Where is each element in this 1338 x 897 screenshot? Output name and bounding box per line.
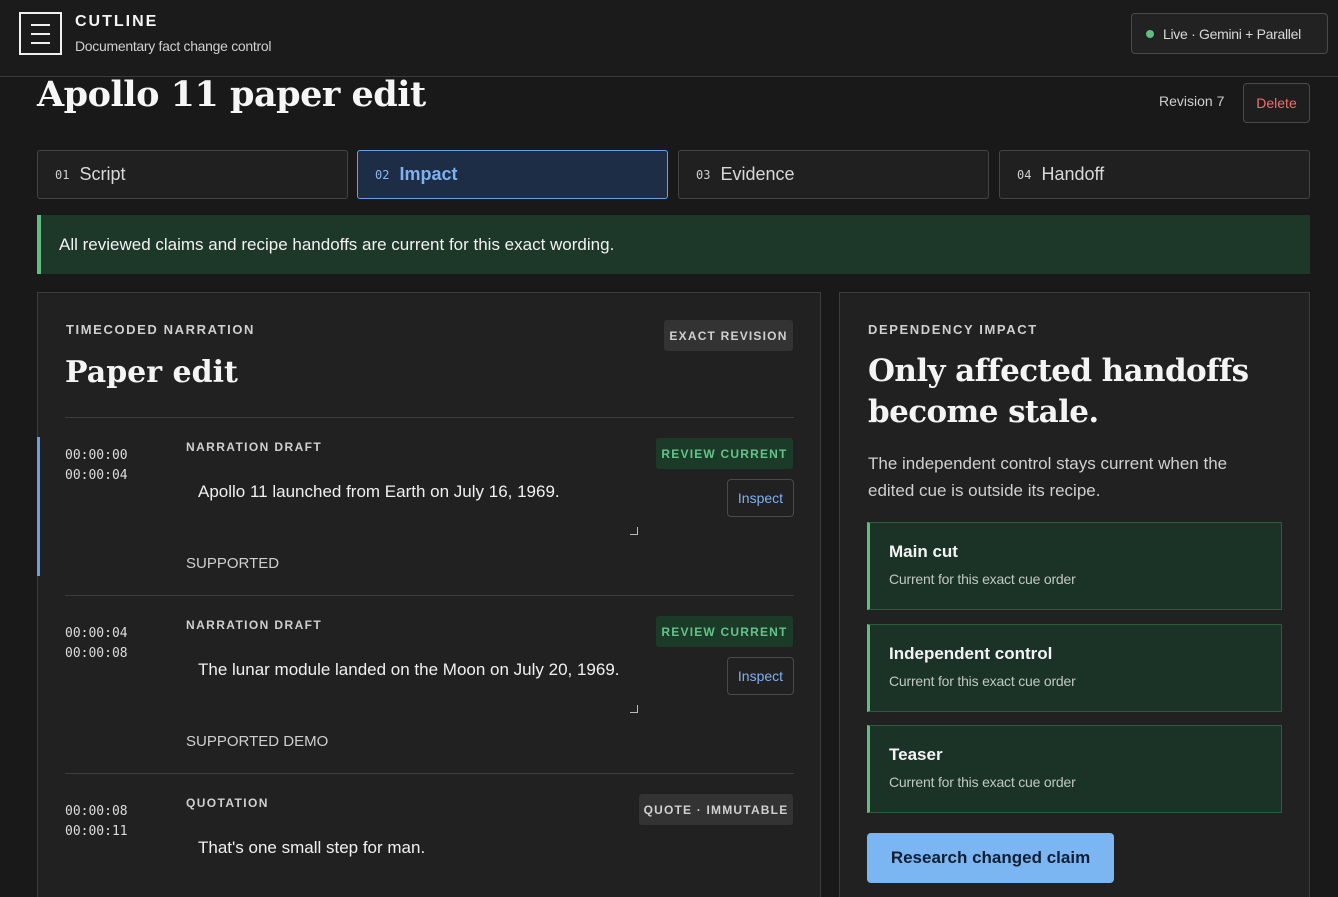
segment-timecode: 00:00:00 00:00:04 xyxy=(65,446,128,486)
app-name: CUTLINE xyxy=(75,13,159,30)
resize-handle-icon[interactable] xyxy=(630,527,638,535)
tab-number: 03 xyxy=(696,167,711,182)
timecode-start: 00:00:04 xyxy=(65,626,128,641)
inspect-button[interactable]: Inspect xyxy=(727,479,794,517)
page-title: Apollo 11 paper edit xyxy=(37,74,426,115)
narration-panel: TIMECODED NARRATION Paper edit EXACT REV… xyxy=(37,292,821,897)
segment-status: SUPPORTED xyxy=(186,555,280,572)
divider xyxy=(65,773,794,774)
handoff-card-independent-control[interactable]: Independent control Current for this exa… xyxy=(867,624,1282,712)
tab-label: Evidence xyxy=(720,164,795,184)
tab-script[interactable]: 01 Script xyxy=(37,150,348,199)
tab-handoff[interactable]: 04 Handoff xyxy=(999,150,1310,199)
quotation-text: That's one small step for man. xyxy=(186,827,640,897)
divider xyxy=(65,595,794,596)
narration-title: Paper edit xyxy=(65,355,238,390)
segment-timecode: 00:00:08 00:00:11 xyxy=(65,802,128,842)
status-banner: All reviewed claims and recipe handoffs … xyxy=(37,215,1310,274)
impact-title-line: become stale. xyxy=(868,394,1099,430)
impact-description: The independent control stays current wh… xyxy=(868,454,1228,500)
tab-label: Impact xyxy=(399,164,458,184)
tab-label: Handoff xyxy=(1041,164,1105,184)
menu-icon[interactable] xyxy=(19,12,62,55)
segment-kind-label: NARRATION DRAFT xyxy=(186,618,323,632)
segment-status: SUPPORTED DEMO xyxy=(186,733,329,750)
selected-segment-indicator xyxy=(37,437,40,576)
handoff-card-teaser[interactable]: Teaser Current for this exact cue order xyxy=(867,725,1282,813)
tab-impact[interactable]: 02 Impact xyxy=(357,150,668,199)
revision-label: Revision 7 xyxy=(1159,93,1225,109)
review-current-badge: REVIEW CURRENT xyxy=(656,616,793,647)
handoff-card-status: Current for this exact cue order xyxy=(889,673,1076,689)
segment-kind-label: NARRATION DRAFT xyxy=(186,440,323,454)
dependency-impact-panel: DEPENDENCY IMPACT Only affected handoffs… xyxy=(839,292,1310,897)
exact-revision-badge: EXACT REVISION xyxy=(664,320,793,351)
impact-eyebrow: DEPENDENCY IMPACT xyxy=(868,322,1038,337)
narration-eyebrow: TIMECODED NARRATION xyxy=(66,322,256,337)
live-status-text: Live · Gemini + Parallel xyxy=(1163,25,1301,42)
delete-button[interactable]: Delete xyxy=(1243,83,1310,123)
tab-number: 02 xyxy=(375,167,390,182)
narration-text-input[interactable]: Apollo 11 launched from Earth on July 16… xyxy=(186,471,640,541)
tab-number: 04 xyxy=(1017,167,1032,182)
segment-kind-label: QUOTATION xyxy=(186,796,269,810)
inspect-button[interactable]: Inspect xyxy=(727,657,794,695)
top-bar: CUTLINE Documentary fact change control … xyxy=(0,0,1338,77)
timecode-start: 00:00:08 xyxy=(65,804,128,819)
segment-timecode: 00:00:04 00:00:08 xyxy=(65,624,128,664)
app-subtitle: Documentary fact change control xyxy=(75,38,272,54)
tab-evidence[interactable]: 03 Evidence xyxy=(678,150,989,199)
research-changed-claim-button[interactable]: Research changed claim xyxy=(867,833,1114,883)
live-status-badge: Live · Gemini + Parallel xyxy=(1131,13,1328,54)
timecode-start: 00:00:00 xyxy=(65,448,128,463)
impact-title: Only affected handoffs become stale. xyxy=(868,351,1249,433)
status-dot-icon xyxy=(1146,29,1154,38)
timecode-end: 00:00:11 xyxy=(65,824,128,839)
handoff-card-status: Current for this exact cue order xyxy=(889,571,1076,587)
tab-label: Script xyxy=(79,164,126,184)
impact-title-line: Only affected handoffs xyxy=(868,353,1249,389)
review-current-badge: REVIEW CURRENT xyxy=(656,438,793,469)
handoff-card-title: Main cut xyxy=(889,542,958,561)
handoff-card-main-cut[interactable]: Main cut Current for this exact cue orde… xyxy=(867,522,1282,610)
timecode-end: 00:00:08 xyxy=(65,646,128,661)
handoff-card-title: Teaser xyxy=(889,745,943,764)
handoff-card-status: Current for this exact cue order xyxy=(889,774,1076,790)
quote-immutable-badge: QUOTE · IMMUTABLE xyxy=(639,794,793,825)
divider xyxy=(65,417,794,418)
resize-handle-icon[interactable] xyxy=(630,705,638,713)
timecode-end: 00:00:04 xyxy=(65,468,128,483)
tab-number: 01 xyxy=(55,167,70,182)
handoff-card-title: Independent control xyxy=(889,644,1053,663)
narration-text-input[interactable]: The lunar module landed on the Moon on J… xyxy=(186,649,640,719)
